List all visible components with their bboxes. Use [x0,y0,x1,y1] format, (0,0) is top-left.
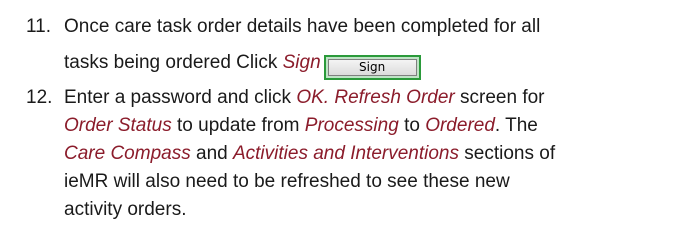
ordered-emphasis: Ordered [425,115,495,136]
sign-button-label: Sign [327,59,417,76]
step-text: Enter a password and click OK. Refresh O… [64,84,671,224]
sign-emphasis: Sign [282,52,321,73]
instruction-document: 11. Once care task order details have be… [0,0,691,251]
order-status-emphasis: Order Status [64,115,172,136]
step-line: Once care task order details have been c… [64,16,541,37]
care-compass-emphasis: Care Compass [64,143,191,164]
step-line: activity orders. [64,199,187,220]
ok-refresh-order-emphasis: OK. Refresh Order [296,87,455,108]
sign-button-image: Sign [323,55,421,80]
step-line: Care Compass and Activities and Interven… [64,143,556,164]
step-text: Once care task order details have been c… [64,13,671,80]
step-line: Enter a password and click OK. Refresh O… [64,87,545,108]
activities-interventions-emphasis: Activities and Interventions [232,143,459,164]
step-number: 11. [26,16,52,37]
processing-emphasis: Processing [304,115,399,136]
step-line: Order Status to update from Processing t… [64,115,538,136]
step-line: tasks being ordered Click Sign Sign [64,49,671,80]
step-number: 12. [26,87,53,108]
step-line: ieMR will also need to be refreshed to s… [64,171,510,192]
